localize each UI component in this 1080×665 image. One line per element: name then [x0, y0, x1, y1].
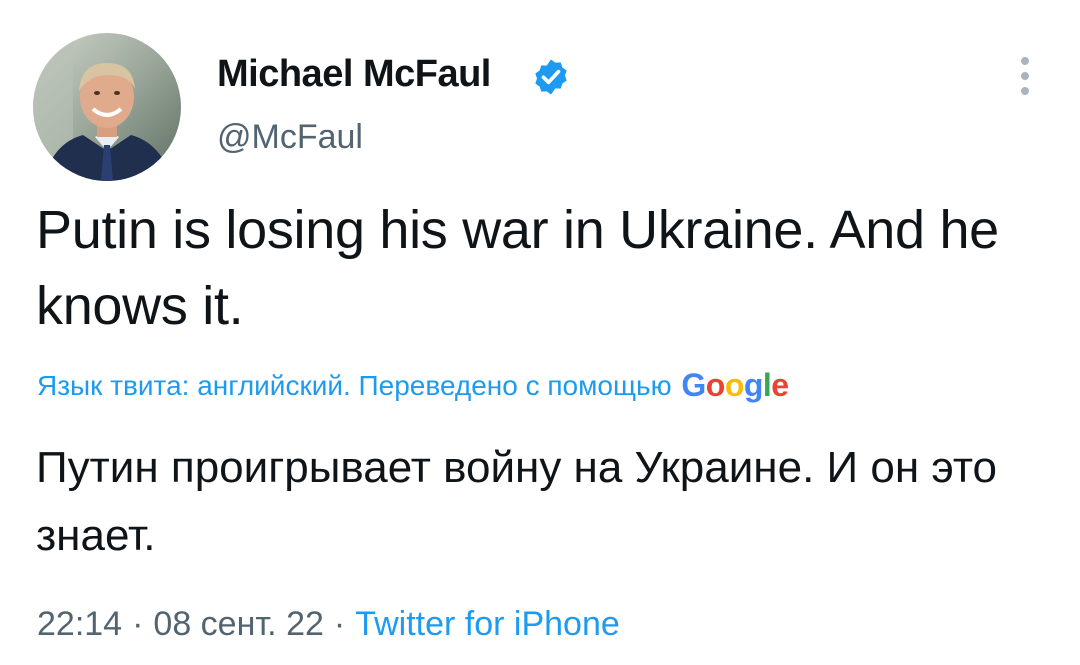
tweet-source[interactable]: Twitter for iPhone — [355, 605, 620, 643]
tweet-card: Michael McFaul @McFaul Putin is losing h… — [0, 0, 1080, 665]
meta-separator: · — [132, 605, 144, 643]
more-vertical-icon[interactable] — [1008, 52, 1042, 100]
verified-badge-icon — [535, 59, 567, 95]
translated-text: Путин проигрывает войну на Украине. И он… — [36, 443, 997, 560]
meta-separator: · — [333, 605, 346, 643]
author-handle[interactable]: @McFaul — [217, 115, 363, 159]
tweet-time[interactable]: 22:14 — [37, 605, 122, 643]
tweet-date[interactable]: 08 сент. 22 — [153, 605, 323, 643]
translation-label[interactable]: Язык твита: английский. Переведено с пом… — [37, 370, 672, 401]
avatar[interactable] — [33, 33, 181, 181]
author-name[interactable]: Michael McFaul — [217, 50, 491, 98]
avatar-photo — [33, 33, 181, 181]
tweet-meta: 22:14 · 08 сент. 22 · Twitter for iPhone — [37, 602, 620, 646]
tweet-text: Putin is losing his war in Ukraine. And … — [36, 200, 999, 336]
google-logo: Google — [681, 367, 789, 403]
translation-bar[interactable]: Язык твита: английский. Переведено с пом… — [37, 365, 789, 406]
